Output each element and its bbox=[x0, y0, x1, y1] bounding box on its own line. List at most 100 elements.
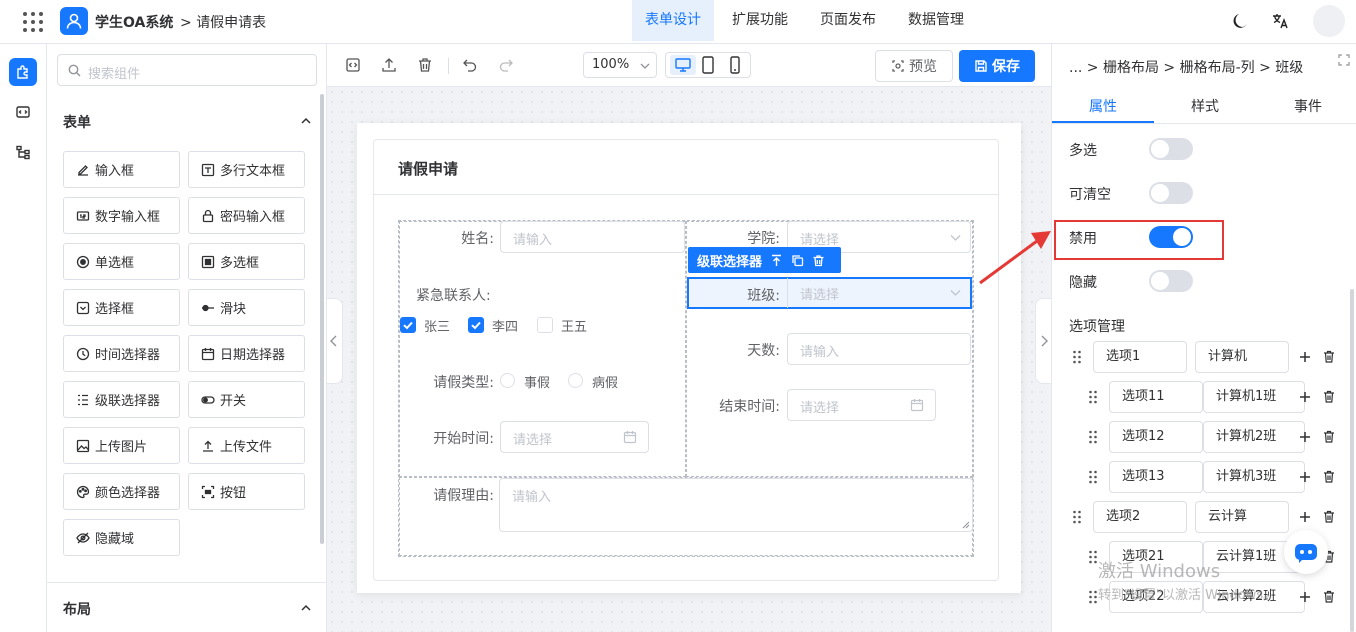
delete-option-button[interactable] bbox=[1323, 430, 1335, 443]
add-option-button[interactable] bbox=[1299, 511, 1311, 523]
option-label-input[interactable]: 计算机3班 bbox=[1203, 461, 1305, 493]
props-scrollbar[interactable] bbox=[1350, 289, 1354, 632]
component-checkbox[interactable]: 多选框 bbox=[188, 243, 305, 280]
add-option-button[interactable] bbox=[1299, 591, 1311, 603]
device-mobile-button[interactable] bbox=[729, 56, 741, 74]
end-time-picker[interactable]: 请选择 bbox=[787, 389, 936, 421]
collapse-left-handle[interactable] bbox=[327, 298, 343, 384]
component-palette[interactable]: 颜色选择器 bbox=[63, 473, 180, 510]
zoom-select[interactable]: 100% bbox=[583, 52, 657, 78]
translate-icon[interactable] bbox=[1270, 11, 1290, 31]
nav-tab-form-design[interactable]: 表单设计 bbox=[632, 0, 714, 41]
option-drag-handle[interactable] bbox=[1088, 389, 1098, 405]
component-switch[interactable]: 开关 bbox=[188, 381, 305, 418]
tab-attributes[interactable]: 属性 bbox=[1089, 96, 1117, 116]
add-option-button[interactable] bbox=[1299, 391, 1311, 403]
undo-icon[interactable] bbox=[461, 56, 479, 74]
option-drag-handle[interactable] bbox=[1088, 429, 1098, 445]
option-label-input[interactable]: 云计算 bbox=[1195, 501, 1289, 533]
component-clock[interactable]: 时间选择器 bbox=[63, 335, 180, 372]
code-rail-button[interactable] bbox=[9, 98, 37, 126]
tab-style[interactable]: 样式 bbox=[1191, 96, 1219, 116]
tab-events[interactable]: 事件 bbox=[1294, 96, 1322, 116]
option-label-input[interactable]: 计算机 bbox=[1195, 341, 1289, 373]
component-edit[interactable]: 输入框 bbox=[63, 151, 180, 188]
collapse-right-handle[interactable] bbox=[1035, 298, 1051, 384]
assistant-bot-button[interactable] bbox=[1284, 530, 1328, 574]
layout-section-title[interactable]: 布局 bbox=[63, 599, 91, 619]
contact-checkbox[interactable] bbox=[400, 317, 416, 333]
fullscreen-icon[interactable] bbox=[1338, 54, 1350, 66]
component-radio[interactable]: 单选框 bbox=[63, 243, 180, 280]
component-upload[interactable]: 上传文件 bbox=[188, 427, 305, 464]
delete-icon[interactable] bbox=[812, 254, 825, 267]
component-button[interactable]: 按钮 bbox=[188, 473, 305, 510]
nav-tab-publish[interactable]: 页面发布 bbox=[807, 0, 889, 41]
tree-rail-button[interactable] bbox=[9, 138, 37, 166]
option-drag-handle[interactable] bbox=[1072, 509, 1082, 525]
export-icon[interactable] bbox=[380, 56, 398, 74]
save-button[interactable]: 保存 bbox=[959, 50, 1035, 82]
component-select[interactable]: 选择框 bbox=[63, 289, 180, 326]
search-input[interactable]: 搜索组件 bbox=[57, 54, 317, 86]
avatar[interactable] bbox=[1313, 5, 1345, 37]
contact-checkbox[interactable] bbox=[537, 317, 553, 333]
delete-option-button[interactable] bbox=[1323, 390, 1335, 403]
palette-scrollbar[interactable] bbox=[320, 94, 324, 544]
option-value-input[interactable]: 选项13 bbox=[1109, 461, 1203, 493]
add-option-button[interactable] bbox=[1299, 351, 1311, 363]
component-textarea[interactable]: 多行文本框 bbox=[188, 151, 305, 188]
chevron-up-icon[interactable] bbox=[299, 114, 313, 128]
option-value-input[interactable]: 选项1 bbox=[1093, 341, 1187, 373]
option-value-input[interactable]: 选项12 bbox=[1109, 421, 1203, 453]
toggle-switch[interactable] bbox=[1149, 138, 1193, 160]
leave-type-radio[interactable] bbox=[500, 373, 515, 388]
dark-mode-icon[interactable] bbox=[1230, 11, 1250, 31]
toggle-switch[interactable] bbox=[1149, 182, 1193, 204]
contact-checkbox[interactable] bbox=[468, 317, 484, 333]
chevron-up-icon[interactable] bbox=[299, 601, 313, 615]
option-label-input[interactable]: 计算机2班 bbox=[1203, 421, 1305, 453]
component-eye-off[interactable]: 隐藏域 bbox=[63, 519, 180, 556]
component-calendar[interactable]: 日期选择器 bbox=[188, 335, 305, 372]
start-time-picker[interactable]: 请选择 bbox=[500, 421, 649, 453]
reason-textarea[interactable]: 请输入 bbox=[499, 478, 973, 532]
device-desktop-button[interactable] bbox=[670, 55, 696, 75]
option-label-input[interactable]: 计算机1班 bbox=[1203, 381, 1305, 413]
delete-option-button[interactable] bbox=[1323, 350, 1335, 363]
component-image[interactable]: 上传图片 bbox=[63, 427, 180, 464]
form-section-title[interactable]: 表单 bbox=[63, 112, 91, 132]
component-lock[interactable]: 密码输入框 bbox=[188, 197, 305, 234]
add-option-button[interactable] bbox=[1299, 471, 1311, 483]
class-cascader[interactable]: 请选择 bbox=[787, 278, 971, 308]
delete-option-button[interactable] bbox=[1323, 510, 1335, 523]
redo-icon[interactable] bbox=[497, 56, 515, 74]
option-value-input[interactable]: 选项2 bbox=[1093, 501, 1187, 533]
code-view-icon[interactable] bbox=[344, 56, 362, 74]
move-up-icon[interactable] bbox=[770, 254, 783, 267]
add-option-button[interactable] bbox=[1299, 431, 1311, 443]
trash-icon[interactable] bbox=[416, 56, 434, 74]
delete-option-button[interactable] bbox=[1323, 470, 1335, 483]
option-value-input[interactable]: 选项11 bbox=[1109, 381, 1203, 413]
component-slider[interactable]: 滑块 bbox=[188, 289, 305, 326]
option-drag-handle[interactable] bbox=[1088, 549, 1098, 565]
option-drag-handle[interactable] bbox=[1088, 469, 1098, 485]
component-number-input[interactable]: 数字输入框 bbox=[63, 197, 180, 234]
toggle-switch[interactable] bbox=[1149, 270, 1193, 292]
breadcrumb[interactable]: > 请假申请表 bbox=[180, 12, 266, 32]
components-rail-button[interactable] bbox=[9, 58, 37, 86]
leave-type-radio[interactable] bbox=[568, 373, 583, 388]
component-cascader[interactable]: 级联选择器 bbox=[63, 381, 180, 418]
option-drag-handle[interactable] bbox=[1072, 349, 1082, 365]
nav-tab-data[interactable]: 数据管理 bbox=[895, 0, 977, 41]
copy-icon[interactable] bbox=[791, 254, 804, 267]
days-input[interactable]: 请输入 bbox=[787, 333, 971, 365]
preview-button[interactable]: 预览 bbox=[875, 50, 953, 82]
name-input[interactable]: 请输入 bbox=[500, 221, 685, 253]
delete-option-button[interactable] bbox=[1323, 590, 1335, 603]
option-drag-handle[interactable] bbox=[1088, 589, 1098, 605]
nav-tab-extensions[interactable]: 扩展功能 bbox=[719, 0, 801, 41]
device-tablet-button[interactable] bbox=[701, 56, 715, 74]
app-grid-icon[interactable] bbox=[22, 11, 44, 33]
